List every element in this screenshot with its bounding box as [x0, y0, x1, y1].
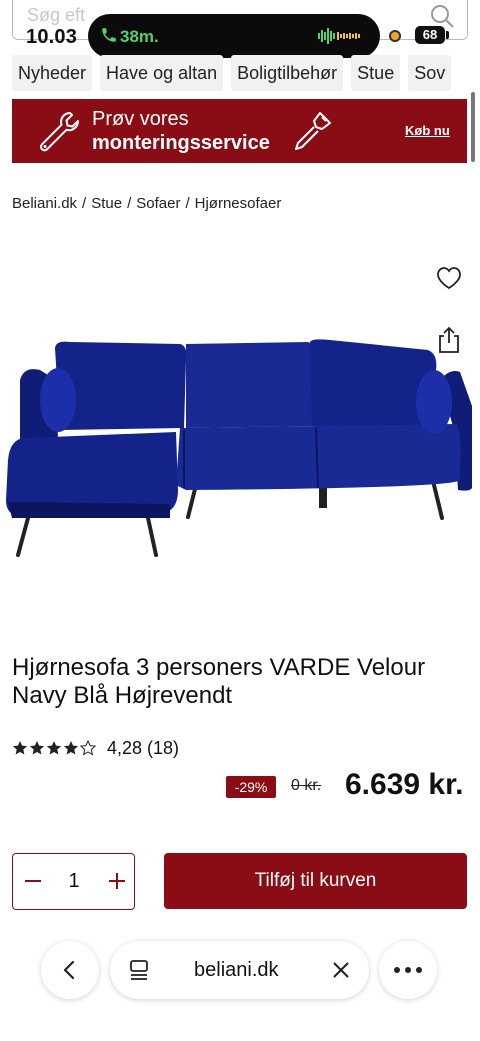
- status-time: 10.03: [26, 26, 78, 48]
- quantity-stepper: 1: [12, 853, 135, 910]
- scrollbar[interactable]: [471, 92, 475, 162]
- breadcrumb: Beliani.dk / Stue / Sofaer / Hjørnesofaer: [12, 195, 281, 212]
- product-title: Hjørnesofa 3 personers VARDE Velour Navy…: [12, 654, 426, 709]
- banner-buy-link[interactable]: Køb nu: [405, 123, 450, 138]
- center-leg: [319, 486, 327, 508]
- category-stue[interactable]: Stue: [351, 55, 401, 91]
- screwdriver-icon: [290, 107, 338, 160]
- product-image[interactable]: [0, 320, 480, 570]
- discount-badge: -29%: [226, 776, 276, 798]
- battery-indicator: 68: [415, 26, 445, 44]
- breadcrumb-separator: /: [185, 195, 190, 212]
- quantity-value[interactable]: 1: [63, 870, 85, 893]
- category-have-og-altan[interactable]: Have og altan: [100, 55, 224, 91]
- decrease-quantity-button[interactable]: [19, 867, 47, 895]
- rating-text: 4,28 (18): [107, 738, 180, 758]
- wishlist-heart-icon[interactable]: [436, 266, 462, 295]
- tabs-icon[interactable]: [128, 959, 150, 986]
- category-nyheder[interactable]: Nyheder: [12, 55, 93, 91]
- price: 6.639 kr.: [345, 768, 464, 801]
- more-dots-icon: [394, 967, 422, 973]
- breadcrumb-separator: /: [82, 195, 87, 212]
- chevron-left-icon: [63, 960, 75, 980]
- banner-line-2: monteringsservice: [92, 132, 270, 154]
- back-button[interactable]: [41, 941, 99, 999]
- banner-line-1: Prøv vores: [92, 108, 189, 130]
- phone-icon: [100, 26, 118, 49]
- audio-waveform-icon: [318, 28, 366, 49]
- category-nav: Nyheder Have og altan Boligtilbehør Stue Sov: [12, 55, 480, 91]
- rating-stars-icon: [12, 740, 96, 755]
- breadcrumb-stue[interactable]: Stue: [91, 195, 122, 212]
- more-options-button[interactable]: [379, 941, 437, 999]
- close-icon[interactable]: [330, 959, 352, 986]
- breadcrumb-home[interactable]: Beliani.dk: [12, 195, 77, 212]
- call-duration: 38m.: [120, 27, 159, 46]
- battery-cap: [446, 31, 449, 39]
- recording-indicator-icon: [389, 30, 401, 42]
- promo-banner[interactable]: Prøv vores monteringsservice Køb nu: [12, 99, 467, 163]
- url-text[interactable]: beliani.dk: [194, 959, 279, 982]
- category-boligtilbehor[interactable]: Boligtilbehør: [231, 55, 344, 91]
- breadcrumb-hjornesofaer[interactable]: Hjørnesofaer: [195, 195, 282, 212]
- category-sov[interactable]: Sov: [408, 55, 452, 91]
- old-price: 0 kr.: [291, 777, 322, 794]
- dynamic-island[interactable]: 38m.: [88, 14, 380, 58]
- breadcrumb-separator: /: [127, 195, 132, 212]
- increase-quantity-button[interactable]: [103, 867, 131, 895]
- share-icon[interactable]: [436, 326, 462, 359]
- address-bar[interactable]: beliani.dk: [110, 941, 369, 999]
- breadcrumb-sofaer[interactable]: Sofaer: [136, 195, 180, 212]
- search-placeholder: Søg eft: [27, 5, 86, 25]
- add-to-cart-button[interactable]: Tilføj til kurven: [164, 853, 467, 909]
- wrench-icon: [36, 109, 82, 160]
